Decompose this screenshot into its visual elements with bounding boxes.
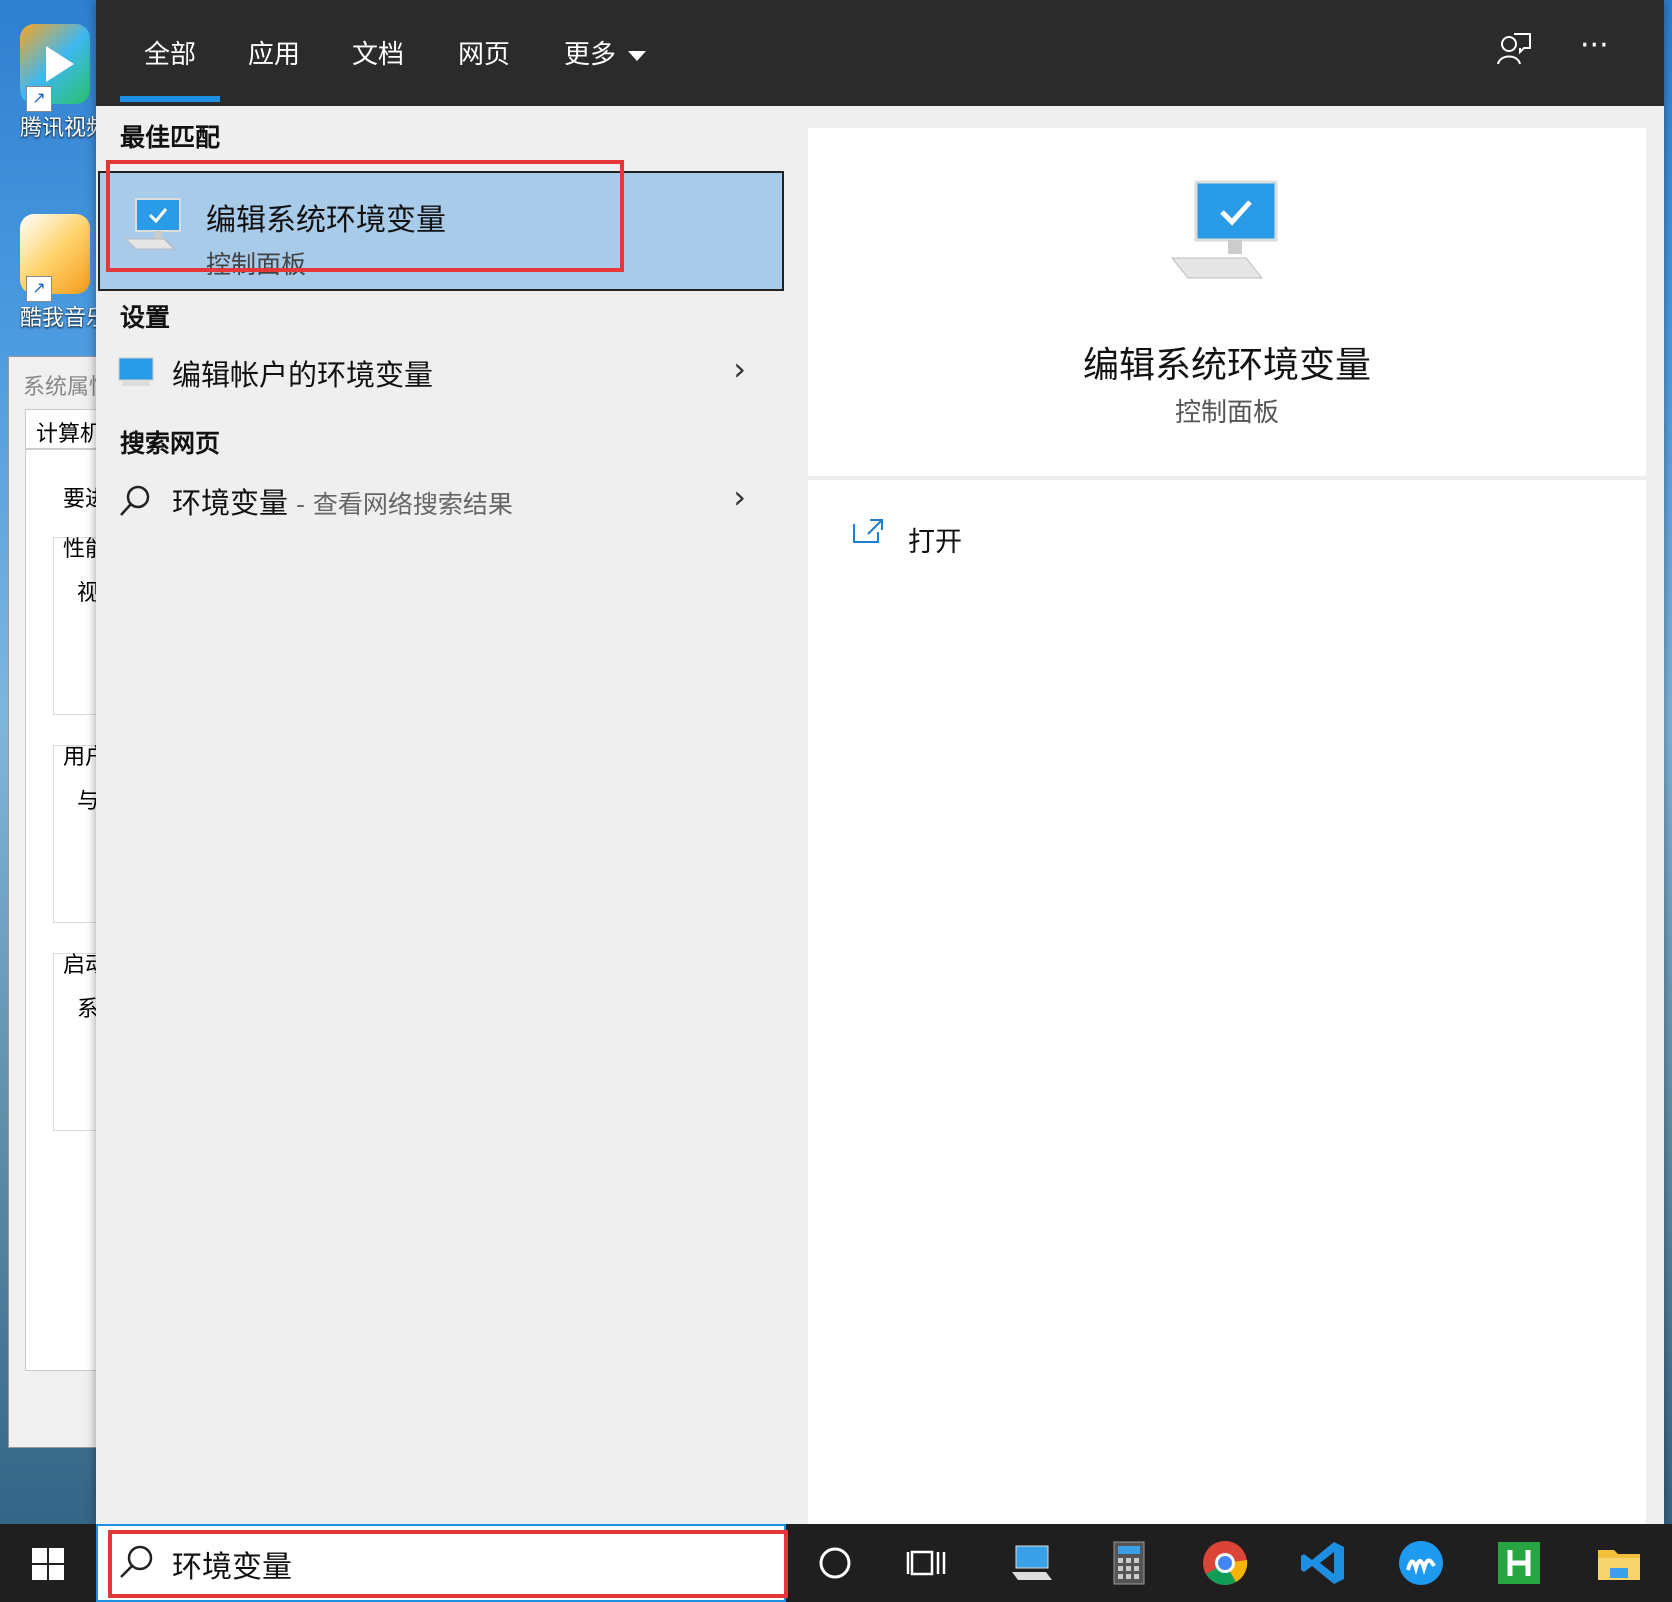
desktop-icon-label: 酷我音乐 (20, 306, 100, 331)
web-search-query: 环境变量 (172, 486, 289, 520)
section-title-settings: 设置 (120, 303, 171, 332)
chrome-icon[interactable] (1200, 1538, 1250, 1588)
file-explorer-icon[interactable] (1594, 1538, 1644, 1588)
system-properties-window: 系统属性 计算机名 要进 性能 视 用户 与 启动 系 (8, 356, 117, 1448)
web-search-suffix: - 查看网络搜索结果 (288, 490, 513, 519)
desktop-icon-label: 腾讯视频 (20, 116, 100, 141)
shortcut-arrow-icon: ↗ (26, 276, 52, 302)
app-m-icon[interactable] (1396, 1538, 1446, 1588)
shortcut-arrow-icon: ↗ (26, 86, 52, 112)
web-search-item[interactable]: 环境变量 - 查看网络搜索结果 › (96, 470, 786, 534)
control-panel-monitor-icon (1170, 180, 1278, 279)
desktop-icon-tencent-video[interactable]: ↗ 腾讯视频 (20, 24, 100, 142)
settings-item-edit-account-env[interactable]: 编辑帐户的环境变量 › (96, 342, 786, 406)
open-action-label: 打开 (908, 527, 962, 558)
calculator-icon[interactable] (1104, 1538, 1154, 1588)
preview-divider (808, 476, 1646, 480)
section-title-best-match: 最佳匹配 (120, 123, 221, 152)
open-action[interactable]: 打开 (852, 518, 962, 558)
search-icon (120, 485, 150, 516)
tab-documents[interactable]: 文档 (352, 34, 404, 71)
search-topbar: 全部 应用 文档 网页 更多 ··· (96, 0, 1664, 106)
tab-apps[interactable]: 应用 (248, 34, 300, 71)
settings-monitor-icon (118, 357, 154, 386)
search-panel: 全部 应用 文档 网页 更多 ··· 最佳匹配 编辑系统环境变量 控制面板 设置 (96, 0, 1664, 1524)
taskbar: 环境变量 (0, 1524, 1672, 1602)
tab-more[interactable]: 更多 (564, 34, 647, 71)
tab-web[interactable]: 网页 (458, 34, 510, 71)
more-options-icon[interactable]: ··· (1580, 28, 1609, 63)
hbuilder-icon[interactable] (1494, 1538, 1544, 1588)
desktop-icon-kuwo-music[interactable]: ↗ 酷我音乐 (20, 214, 100, 332)
feedback-icon[interactable] (1496, 30, 1532, 74)
preview-category: 控制面板 (1174, 398, 1279, 428)
windows-logo-icon (32, 1548, 64, 1580)
results-list: 最佳匹配 编辑系统环境变量 控制面板 设置 编辑帐户的环境变量 › 搜索网页 环… (96, 106, 786, 1524)
preview-title: 编辑系统环境变量 (1082, 345, 1371, 386)
active-tab-indicator (120, 96, 220, 102)
tab-all[interactable]: 全部 (144, 34, 196, 71)
web-search-label: 环境变量 - 查看网络搜索结果 (172, 480, 513, 522)
section-title-web: 搜索网页 (120, 429, 221, 458)
remote-desktop-icon[interactable] (1006, 1538, 1056, 1588)
tab-more-label: 更多 (564, 40, 617, 70)
highlight-box (106, 160, 624, 272)
start-button[interactable] (0, 1524, 96, 1602)
highlight-box (108, 1530, 788, 1598)
open-external-icon (853, 519, 883, 543)
chevron-right-icon: › (733, 350, 746, 388)
vscode-icon[interactable] (1298, 1538, 1348, 1588)
preview-pane: 编辑系统环境变量 控制面板 打开 (808, 128, 1646, 1524)
chevron-right-icon: › (733, 478, 746, 516)
cortana-icon[interactable] (810, 1538, 860, 1588)
chevron-down-icon (628, 50, 647, 61)
task-view-icon[interactable] (902, 1538, 952, 1588)
settings-item-label: 编辑帐户的环境变量 (172, 358, 434, 392)
